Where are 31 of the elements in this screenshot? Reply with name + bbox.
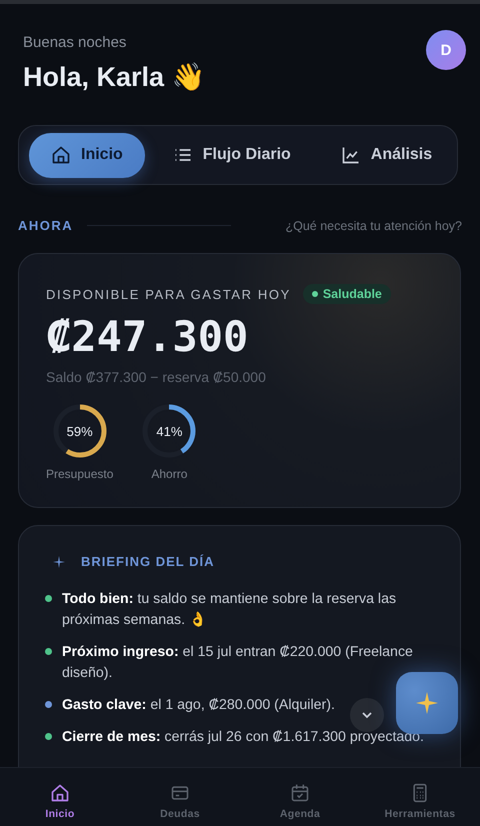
tab[interactable]: Inicio <box>29 132 145 178</box>
line-chart-icon <box>340 145 361 165</box>
greeting: Buenas noches <box>23 34 128 51</box>
nav-item[interactable]: Inicio <box>0 768 120 826</box>
briefing-item: Todo bien: tu saldo se mantiene sobre la reserva las próximas semanas. 👌 <box>62 590 398 630</box>
balance-amount: ₡247.300 <box>46 312 250 361</box>
balance-detail: Saldo ₡377.300 − reserva ₡50.000 <box>46 369 267 385</box>
ring-label: Ahorro <box>151 467 188 481</box>
briefing-item: Gasto clave: el 1 ago, ₡280.000 (Alquiler). <box>62 696 335 715</box>
calendar-icon <box>290 783 310 803</box>
page-title: Hola, Karla 👋 <box>23 61 206 93</box>
status-badge: Saludable <box>302 284 391 304</box>
section-hint: ¿Qué necesita tu atención hoy? <box>285 218 462 232</box>
nav-item[interactable]: Deudas <box>120 768 240 826</box>
nav-item[interactable]: Agenda <box>240 768 360 826</box>
briefing-item: Cierre de mes: cerrás jul 26 con ₡1.617.300 proyectado. <box>62 728 424 747</box>
ring-reading: 59% <box>66 424 93 438</box>
briefing-title: BRIEFING DEL DÍA <box>81 554 214 569</box>
sparkle-icon <box>415 691 439 715</box>
sparkle-icon <box>53 556 65 568</box>
briefing-item: Próximo ingreso: el 15 jul entran ₡220.000 (Freelance diseño). <box>62 643 414 683</box>
tab[interactable]: Flujo Diario <box>150 132 313 178</box>
ring-label: Presupuesto <box>46 467 114 481</box>
card-label: DISPONIBLE PARA GASTAR HOY <box>46 286 291 302</box>
home-icon <box>50 783 70 803</box>
ring-reading: 41% <box>156 424 182 438</box>
tab[interactable]: Análisis <box>318 132 454 178</box>
nav-item[interactable]: Herramientas <box>360 768 480 826</box>
section-label: AHORA <box>18 218 74 233</box>
avatar[interactable]: D <box>426 30 466 70</box>
home-icon <box>51 145 71 165</box>
